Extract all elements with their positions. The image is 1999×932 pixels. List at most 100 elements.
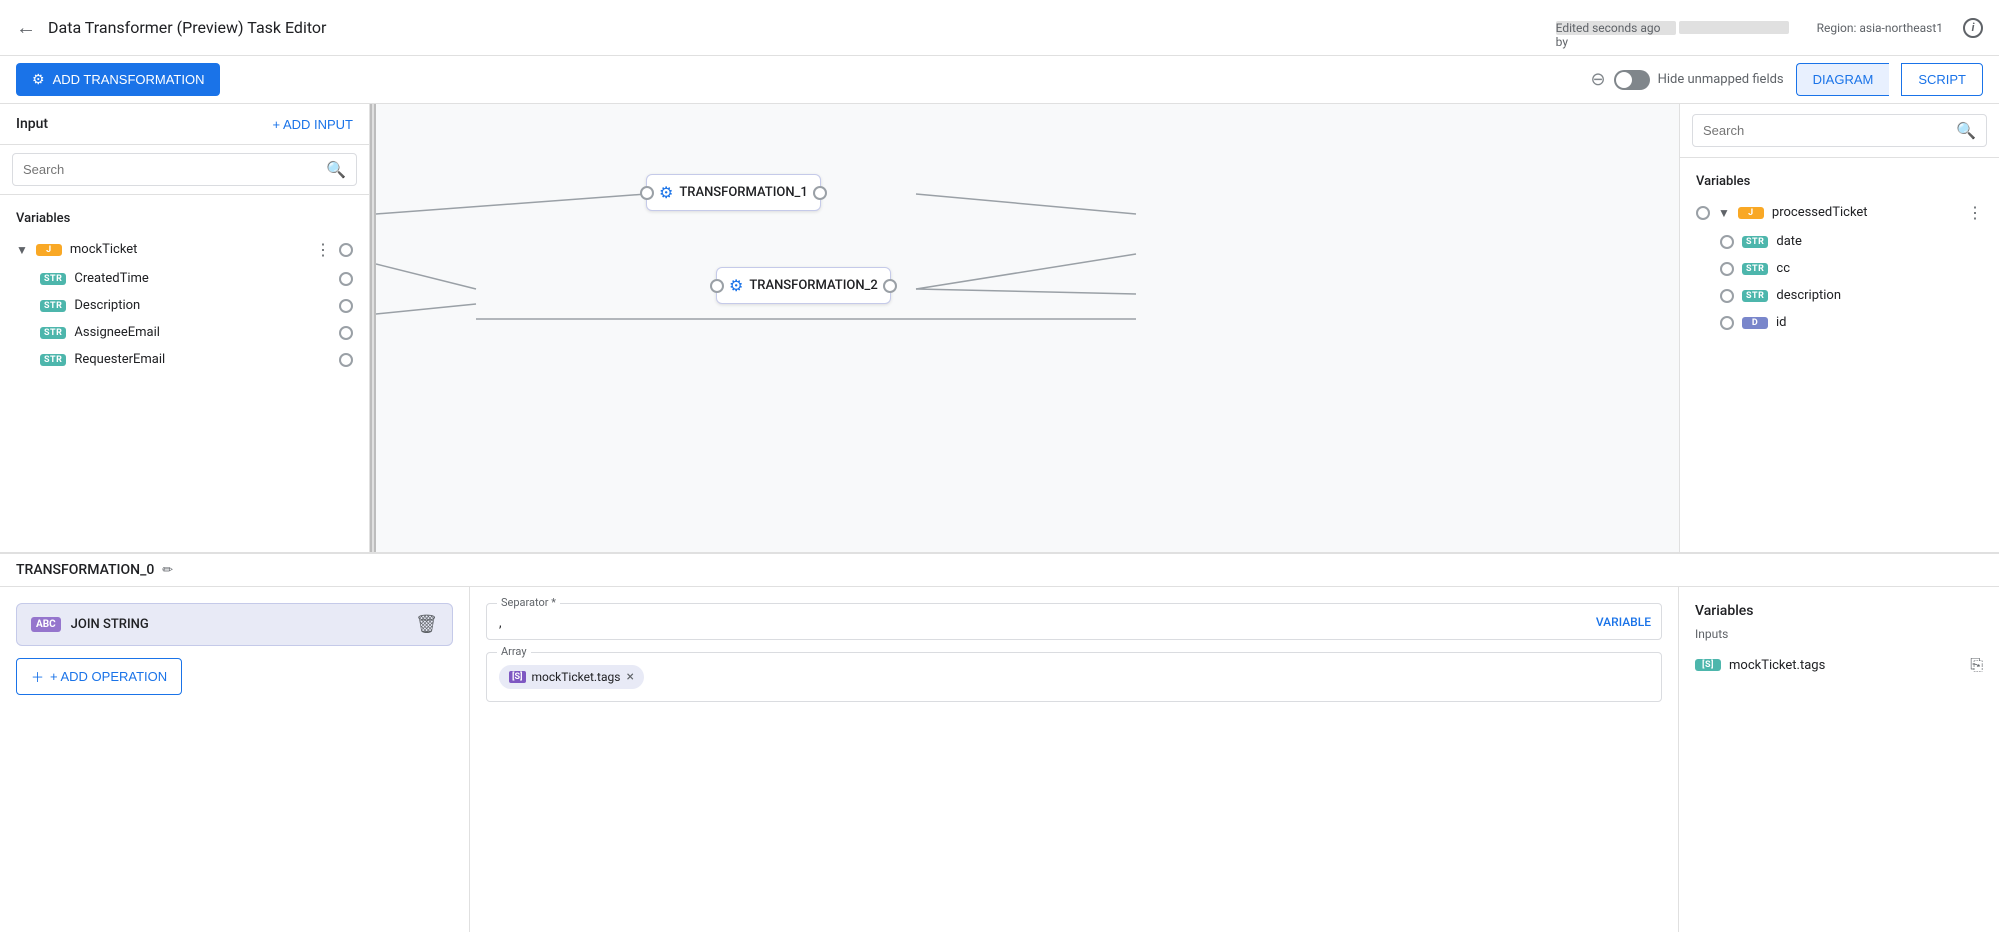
left-search-wrap[interactable]: 🔍 xyxy=(12,153,357,186)
type-badge-str: STR xyxy=(40,273,66,285)
var-row-requesteremail[interactable]: STR RequesterEmail xyxy=(0,346,369,373)
separator-label: Separator * xyxy=(497,596,560,609)
input-panel-header: Input + ADD INPUT xyxy=(0,104,369,145)
add-input-button[interactable]: + ADD INPUT xyxy=(272,117,353,132)
array-tags: [S] mockTicket.tags × xyxy=(499,661,1649,689)
type-badge-str: [S] xyxy=(1695,659,1721,671)
type-badge-str: STR xyxy=(40,327,66,339)
var-name: mockTicket xyxy=(70,242,307,257)
info-button[interactable]: i xyxy=(1963,18,1983,38)
tab-script[interactable]: SCRIPT xyxy=(1901,63,1983,96)
variables-label: Variables xyxy=(0,203,369,234)
chip-close-icon[interactable]: × xyxy=(626,669,633,685)
transformation-2-node[interactable]: ⚙ TRANSFORMATION_2 xyxy=(716,267,891,304)
var-row-processedticket[interactable]: ▼ J processedTicket ⋮ xyxy=(1680,197,1999,228)
expand-icon[interactable]: ▼ xyxy=(16,243,28,257)
var-row-description-out[interactable]: STR description xyxy=(1680,282,1999,309)
separator-value[interactable]: , xyxy=(499,612,1649,631)
connector-dot[interactable] xyxy=(339,353,353,367)
array-field[interactable]: Array [S] mockTicket.tags × xyxy=(486,652,1662,702)
left-search-input[interactable] xyxy=(23,162,326,177)
field-name: description xyxy=(1776,288,1983,303)
edited-meta: Edited seconds ago by xyxy=(1556,20,1789,35)
bottom-section: TRANSFORMATION_0 ✏ ABC JOIN STRING 🗑 ＋ +… xyxy=(0,552,1999,932)
node-input-dot[interactable] xyxy=(710,279,724,293)
more-menu-icon[interactable]: ⋮ xyxy=(315,240,331,259)
var-row-description[interactable]: STR Description xyxy=(0,292,369,319)
separator-field[interactable]: Separator * , VARIABLE xyxy=(486,603,1662,640)
var-row-createdtime[interactable]: STR CreatedTime xyxy=(0,265,369,292)
left-search-box: 🔍 xyxy=(0,145,369,195)
connector-dot[interactable] xyxy=(1720,316,1734,330)
field-name: cc xyxy=(1776,261,1983,276)
type-badge-d: D xyxy=(1742,317,1768,329)
connector-dot[interactable] xyxy=(1720,262,1734,276)
connector-dot[interactable] xyxy=(339,243,353,257)
delete-operation-icon[interactable]: 🗑 xyxy=(415,614,438,635)
var-row-date[interactable]: STR date xyxy=(1680,228,1999,255)
type-badge-str: STR xyxy=(1742,263,1768,275)
tag-chip[interactable]: [S] mockTicket.tags × xyxy=(499,665,644,689)
type-badge-str: STR xyxy=(40,300,66,312)
region-label: Region: asia-northeast1 xyxy=(1817,21,1943,35)
field-name: CreatedTime xyxy=(74,271,331,286)
var-row-id[interactable]: D id xyxy=(1680,309,1999,336)
op-name: JOIN STRING xyxy=(71,617,405,632)
transformation-name: TRANSFORMATION_0 xyxy=(16,562,154,578)
toggle-switch[interactable] xyxy=(1614,70,1650,90)
node-gear-icon: ⚙ xyxy=(729,276,743,295)
bottom-inputs-label: Inputs xyxy=(1695,627,1983,641)
node-output-dot[interactable] xyxy=(813,186,827,200)
var-name: mockTicket.tags xyxy=(1729,658,1962,673)
right-search-box: 🔍 xyxy=(1680,104,1999,158)
connector-dot[interactable] xyxy=(339,326,353,340)
operation-card[interactable]: ABC JOIN STRING 🗑 xyxy=(16,603,453,646)
transformation-1-node[interactable]: ⚙ TRANSFORMATION_1 xyxy=(646,174,821,211)
connector-dot[interactable] xyxy=(339,272,353,286)
type-badge-j: J xyxy=(1738,207,1764,219)
var-row-assigneeemail[interactable]: STR AssigneeEmail xyxy=(0,319,369,346)
search-icon: 🔍 xyxy=(326,160,346,179)
connector-dot[interactable] xyxy=(1720,289,1734,303)
var-name: processedTicket xyxy=(1772,205,1959,220)
node-label: TRANSFORMATION_2 xyxy=(749,278,877,293)
tab-diagram[interactable]: DIAGRAM xyxy=(1796,63,1890,96)
node-output-dot[interactable] xyxy=(883,279,897,293)
var-row-cc[interactable]: STR cc xyxy=(1680,255,1999,282)
hide-unmapped-toggle[interactable]: ⊖ Hide unmapped fields xyxy=(1591,69,1784,90)
page-title: Data Transformer (Preview) Task Editor xyxy=(48,18,1544,37)
bottom-fields-panel: Separator * , VARIABLE Array [S] mockTic… xyxy=(470,587,1679,932)
var-row-mockticket[interactable]: ▼ J mockTicket ⋮ xyxy=(0,234,369,265)
chip-name: mockTicket.tags xyxy=(532,670,621,684)
plus-icon: ＋ xyxy=(31,667,44,686)
add-operation-button[interactable]: ＋ + ADD OPERATION xyxy=(16,658,182,695)
right-search-input[interactable] xyxy=(1703,123,1956,138)
copy-icon[interactable]: ⎘ xyxy=(1970,655,1983,675)
more-menu-icon[interactable]: ⋮ xyxy=(1967,203,1983,222)
expand-icon[interactable]: ▼ xyxy=(1718,206,1730,220)
field-name: Description xyxy=(74,298,331,313)
gear-icon: ⚙ xyxy=(32,71,45,88)
left-variables-section: Variables ▼ J mockTicket ⋮ STR CreatedTi… xyxy=(0,195,369,381)
variable-action[interactable]: VARIABLE xyxy=(1596,615,1651,629)
type-badge-str: STR xyxy=(1742,236,1768,248)
right-search-wrap[interactable]: 🔍 xyxy=(1692,114,1987,147)
right-variables-section: Variables ▼ J processedTicket ⋮ STR date… xyxy=(1680,158,1999,344)
connector-dot[interactable] xyxy=(1720,235,1734,249)
node-gear-icon: ⚙ xyxy=(659,183,673,202)
connector-dot[interactable] xyxy=(1696,206,1710,220)
add-transformation-button[interactable]: ⚙ ADD TRANSFORMATION xyxy=(16,63,220,96)
chip-badge: [S] xyxy=(509,671,526,683)
bottom-var-item: [S] mockTicket.tags ⎘ xyxy=(1695,649,1983,681)
minus-icon: ⊖ xyxy=(1591,69,1606,90)
node-label: TRANSFORMATION_1 xyxy=(679,185,807,200)
edit-icon[interactable]: ✏ xyxy=(162,563,173,578)
node-input-dot[interactable] xyxy=(640,186,654,200)
bottom-body: ABC JOIN STRING 🗑 ＋ + ADD OPERATION Sepa… xyxy=(0,587,1999,932)
op-badge: ABC xyxy=(31,617,61,632)
back-button[interactable]: ← xyxy=(16,15,36,40)
type-badge-str: STR xyxy=(1742,290,1768,302)
connector-dot[interactable] xyxy=(339,299,353,313)
type-badge-j: J xyxy=(36,244,62,256)
field-name: date xyxy=(1776,234,1983,249)
